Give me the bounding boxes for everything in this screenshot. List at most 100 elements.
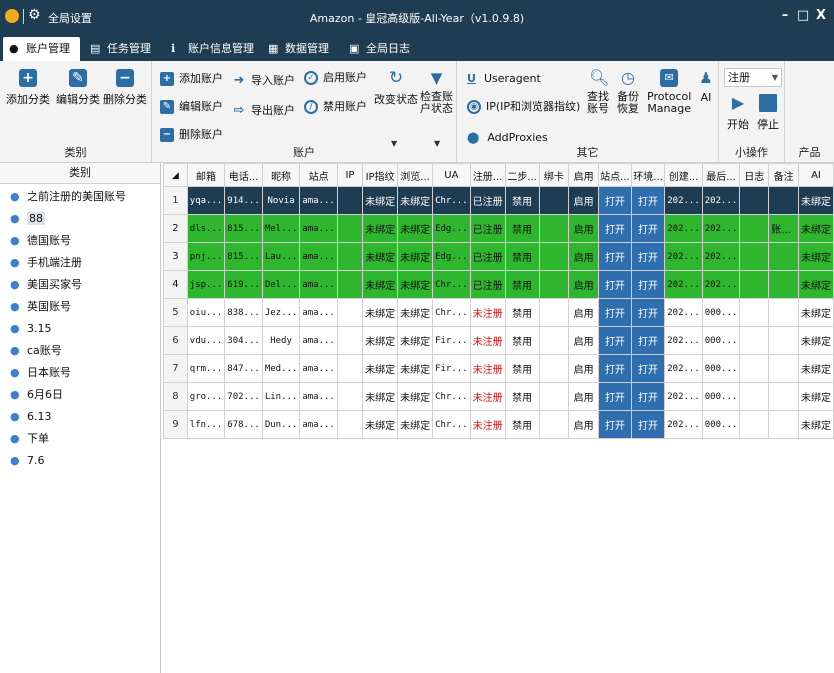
- category-item[interactable]: ● 7.6: [0, 450, 160, 472]
- tab-global-log[interactable]: ▣ 全局日志: [343, 37, 416, 61]
- open-site-button[interactable]: 打开: [598, 270, 632, 299]
- open-site-button[interactable]: 打开: [598, 410, 632, 439]
- open-env-button[interactable]: 打开: [630, 214, 666, 243]
- stop-button[interactable]: 停止: [757, 94, 779, 132]
- category-item[interactable]: ● 德国账号: [0, 230, 160, 252]
- column-header[interactable]: 站点: [299, 163, 338, 187]
- table-row[interactable]: 4 jsp... 619... Del... ama... 未绑定 未绑定 Chr... 已注册…: [163, 270, 834, 299]
- column-header[interactable]: 浏览...: [397, 163, 434, 187]
- column-header[interactable]: 昵称: [261, 163, 301, 187]
- category-item[interactable]: ● 88: [0, 208, 160, 230]
- add-category-button[interactable]: + 添加分类: [6, 69, 50, 107]
- tab-account-management[interactable]: ● 账户管理: [3, 37, 80, 61]
- open-env-button[interactable]: 打开: [630, 382, 666, 411]
- start-button[interactable]: ▶ 开始: [727, 94, 749, 132]
- edit-account-button[interactable]: ✎ 编辑账户: [160, 97, 223, 117]
- category-item[interactable]: ● 英国账号: [0, 296, 160, 318]
- open-site-button[interactable]: 打开: [598, 354, 632, 383]
- open-env-button[interactable]: 打开: [630, 242, 666, 271]
- site-cell: ama...: [299, 326, 338, 355]
- column-header[interactable]: UA: [432, 163, 471, 187]
- open-env-button[interactable]: 打开: [630, 186, 666, 215]
- table-row[interactable]: 6 vdu... 304... Hedy ama... 未绑定 未绑定 Fir... 未注册 禁用…: [163, 326, 834, 355]
- column-header[interactable]: 启用: [568, 163, 600, 187]
- action-select[interactable]: 注册 ▼: [724, 68, 782, 87]
- category-item[interactable]: ● 3.15: [0, 318, 160, 340]
- table-row[interactable]: 8 gro... 702... Lin... ama... 未绑定 未绑定 Chr... 未注册…: [163, 382, 834, 411]
- table-row[interactable]: 2 dls... 815... Mel... ama... 未绑定 未绑定 Edg... 已注册…: [163, 214, 834, 243]
- row-header-corner[interactable]: ◢: [163, 163, 188, 187]
- minimize-button[interactable]: –: [776, 8, 794, 23]
- check-account-status-button[interactable]: ▼ 检查账 户状态: [420, 69, 453, 115]
- edit-category-button[interactable]: ✎ 编辑分类: [56, 69, 100, 107]
- open-site-button[interactable]: 打开: [598, 298, 632, 327]
- column-header[interactable]: 绑卡: [538, 163, 570, 187]
- category-item[interactable]: ● ca账号: [0, 340, 160, 362]
- open-env-button[interactable]: 打开: [630, 270, 666, 299]
- tab-task-management[interactable]: ▤ 任务管理: [84, 37, 157, 61]
- table-row[interactable]: 9 lfn... 678... Dun... ama... 未绑定 未绑定 Chr... 未注册…: [163, 410, 834, 439]
- add-account-button[interactable]: + 添加账户: [160, 69, 223, 89]
- open-site-button[interactable]: 打开: [598, 382, 632, 411]
- delete-category-button[interactable]: − 删除分类: [103, 69, 147, 107]
- row-number[interactable]: 5: [163, 298, 188, 327]
- maximize-button[interactable]: □: [794, 8, 812, 23]
- category-item[interactable]: ● 手机端注册: [0, 252, 160, 274]
- tab-data-management[interactable]: ▦ 数据管理: [262, 37, 335, 61]
- import-account-button[interactable]: ➜ 导入账户: [232, 71, 295, 91]
- delete-account-button[interactable]: − 删除账户: [160, 125, 223, 145]
- table-row[interactable]: 1 yqa... 914... Novia ama... 未绑定 未绑定 Chr... 已注册禁…: [163, 186, 834, 215]
- column-header[interactable]: 日志: [739, 163, 770, 187]
- open-env-button[interactable]: 打开: [630, 410, 666, 439]
- category-item[interactable]: ● 6.13: [0, 406, 160, 428]
- ip-fingerprint-button[interactable]: ◉ IP(IP和浏览器指纹): [467, 97, 580, 117]
- category-item[interactable]: ● 6月6日: [0, 384, 160, 406]
- close-button[interactable]: X: [812, 8, 830, 23]
- open-site-button[interactable]: 打开: [598, 214, 632, 243]
- disable-account-button[interactable]: / 禁用账户: [304, 97, 367, 117]
- open-site-button[interactable]: 打开: [598, 186, 632, 215]
- row-number[interactable]: 6: [163, 326, 188, 355]
- open-env-button[interactable]: 打开: [630, 354, 666, 383]
- find-account-button[interactable]: 🔍︎ 查找 账号: [587, 69, 609, 115]
- open-site-button[interactable]: 打开: [598, 242, 632, 271]
- enable-account-button[interactable]: ✓ 启用账户: [304, 68, 367, 88]
- open-env-button[interactable]: 打开: [630, 298, 666, 327]
- tab-account-info[interactable]: ℹ 账户信息管理: [165, 37, 260, 61]
- backup-restore-button[interactable]: ◷ 备份 恢复: [617, 69, 639, 115]
- row-number[interactable]: 8: [163, 382, 188, 411]
- column-header[interactable]: 注册...: [469, 163, 506, 187]
- category-item[interactable]: ● 下单: [0, 428, 160, 450]
- category-item[interactable]: ● 美国买家号: [0, 274, 160, 296]
- row-number[interactable]: 9: [163, 410, 188, 439]
- category-item[interactable]: ● 之前注册的美国账号: [0, 186, 160, 208]
- open-site-button[interactable]: 打开: [598, 326, 632, 355]
- column-header[interactable]: 创建...: [664, 163, 703, 187]
- table-row[interactable]: 5 oiu... 838... Jez... ama... 未绑定 未绑定 Chr... 未注册…: [163, 298, 834, 327]
- category-item[interactable]: ● 日本账号: [0, 362, 160, 384]
- note-cell: [768, 186, 799, 215]
- table-row[interactable]: 3 pnj... 815... Lau... ama... 未绑定 未绑定 Edg... 已注册…: [163, 242, 834, 271]
- table-row[interactable]: 7 qrm... 847... Med... ama... 未绑定 未绑定 Fir... 未注册…: [163, 354, 834, 383]
- column-header[interactable]: 邮箱: [186, 163, 226, 187]
- column-header[interactable]: 二步...: [504, 163, 540, 187]
- column-header[interactable]: IP: [336, 163, 364, 187]
- column-header[interactable]: AI: [797, 163, 834, 187]
- protocol-manage-button[interactable]: ✉ Protocol Manage: [647, 69, 691, 115]
- export-account-button[interactable]: ⇨ 导出账户: [232, 101, 295, 121]
- useragent-button[interactable]: U Useragent: [467, 69, 541, 89]
- column-header[interactable]: 电话...: [224, 163, 263, 187]
- open-env-button[interactable]: 打开: [630, 326, 666, 355]
- row-number[interactable]: 4: [163, 270, 188, 299]
- column-header[interactable]: 站点...: [598, 163, 632, 187]
- row-number[interactable]: 1: [163, 186, 188, 215]
- row-number[interactable]: 3: [163, 242, 188, 271]
- ai-button[interactable]: ♟ AI: [697, 69, 715, 104]
- column-header[interactable]: IP指纹: [362, 163, 399, 187]
- column-header[interactable]: 环境...: [630, 163, 666, 187]
- row-number[interactable]: 7: [163, 354, 188, 383]
- change-status-button[interactable]: ↻ 改变状态: [374, 69, 418, 107]
- column-header[interactable]: 最后...: [701, 163, 741, 187]
- column-header[interactable]: 备注: [768, 163, 799, 187]
- row-number[interactable]: 2: [163, 214, 188, 243]
